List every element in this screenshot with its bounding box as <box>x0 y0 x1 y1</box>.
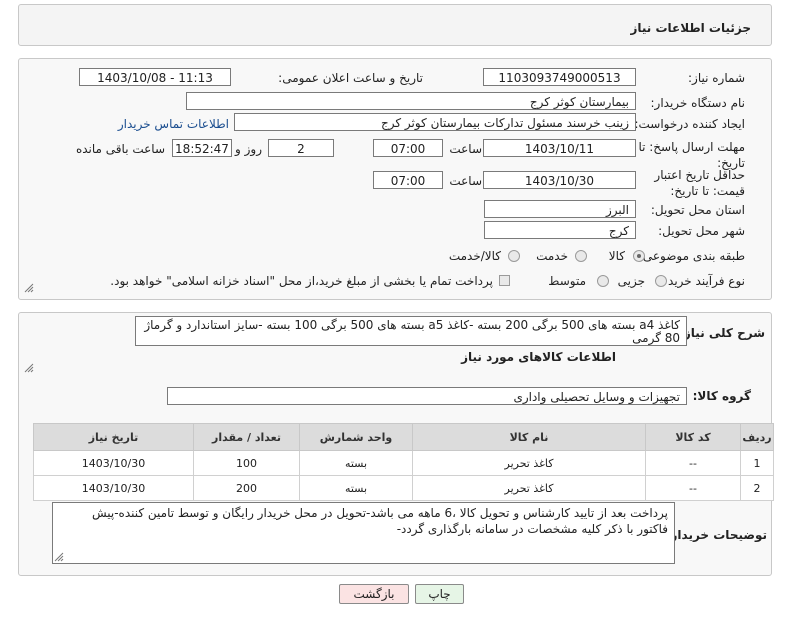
table-row: 1 -- کاغذ تحریر بسته 100 1403/10/30 <box>33 450 774 476</box>
header-panel: جزئیات اطلاعات نیاز <box>18 4 772 46</box>
purchase-radio-minor[interactable] <box>655 275 667 287</box>
creator-field[interactable]: زینب خرسند مسئول تدارکات بیمارستان کوثر … <box>234 113 636 131</box>
city-label: شهر محل تحویل: <box>658 224 745 238</box>
purchase-radio-medium[interactable] <box>597 275 609 287</box>
category-option-goods-service: کالا/خدمت <box>448 249 501 263</box>
validity-date-field[interactable]: 1403/10/30 <box>483 171 636 189</box>
cell-goods-name: کاغذ تحریر <box>412 475 646 501</box>
goods-group-field[interactable]: تجهیزات و وسایل تحصیلی واداری <box>167 387 687 405</box>
col-header-row-number: ردیف <box>740 423 774 451</box>
print-button[interactable]: چاپ <box>415 584 464 604</box>
province-field[interactable]: البرز <box>484 200 636 218</box>
announce-datetime-field[interactable]: 1403/10/08 - 11:13 <box>79 68 231 86</box>
col-header-quantity: تعداد / مقدار <box>193 423 300 451</box>
days-label: روز و <box>235 142 262 156</box>
resize-grip-icon <box>24 363 34 373</box>
col-header-goods-code: کد کالا <box>645 423 741 451</box>
back-button[interactable]: بازگشت <box>339 584 409 604</box>
category-radio-goods-service[interactable] <box>508 250 520 262</box>
remaining-time-field[interactable]: 18:52:47 <box>172 139 232 157</box>
goods-info-title: اطلاعات کالاهای مورد نیاز <box>461 350 616 364</box>
cell-quantity: 200 <box>193 475 300 501</box>
need-number-label: شماره نیاز: <box>688 71 745 85</box>
validity-time-field[interactable]: 07:00 <box>373 171 443 189</box>
price-validity-label: حداقل تاریخ اعتبار قیمت: تا تاریخ: <box>654 168 745 198</box>
resize-grip-icon <box>54 552 64 562</box>
resize-grip-icon <box>24 283 34 293</box>
table-row: 2 -- کاغذ تحریر بسته 200 1403/10/30 <box>33 475 774 501</box>
buyer-notes-textarea[interactable]: پرداخت بعد از تایید کارشناس و تحویل کالا… <box>52 502 675 564</box>
buyer-org-label: نام دستگاه خریدار: <box>650 96 746 110</box>
col-header-need-date: تاریخ نیاز <box>33 423 194 451</box>
col-header-unit: واحد شمارش <box>299 423 413 451</box>
goods-group-label: گروه کالا: <box>692 389 751 403</box>
cell-row-number: 1 <box>740 450 774 476</box>
category-label: طبقه بندی موضوعی: <box>638 249 745 263</box>
creator-label: ایجاد کننده درخواست: <box>634 117 745 131</box>
cell-quantity: 100 <box>193 450 300 476</box>
announce-label: تاریخ و ساعت اعلان عمومی: <box>278 71 423 85</box>
buyer-contact-link[interactable]: اطلاعات تماس خریدار <box>118 117 229 131</box>
reply-date-field[interactable]: 1403/10/11 <box>483 139 636 157</box>
purchase-type-label: نوع فرآیند خرید : <box>660 274 745 288</box>
province-label: استان محل تحویل: <box>650 203 745 217</box>
city-field[interactable]: کرج <box>484 221 636 239</box>
cell-goods-code: -- <box>645 475 741 501</box>
purchase-option-minor: جزیی <box>617 274 645 288</box>
cell-unit: بسته <box>299 475 413 501</box>
validity-time-label: ساعت <box>449 174 482 188</box>
category-option-service: خدمت <box>536 249 568 263</box>
general-desc-label: شرح کلی نیاز: <box>679 326 765 340</box>
general-desc-textarea[interactable]: کاغذ a4 بسته های 500 برگی 200 بسته -کاغذ… <box>135 316 687 346</box>
col-header-goods-name: نام کالا <box>412 423 646 451</box>
remaining-time-label: ساعت باقی مانده <box>75 142 165 156</box>
table-header-row: ردیف کد کالا نام کالا واحد شمارش تعداد /… <box>33 423 774 451</box>
items-table: ردیف کد کالا نام کالا واحد شمارش تعداد /… <box>33 423 774 501</box>
category-radio-goods[interactable] <box>633 250 645 262</box>
page-title: جزئیات اطلاعات نیاز <box>630 21 751 35</box>
purchase-option-medium: متوسط <box>548 274 586 288</box>
buyer-notes-label: توضیحات خریدار: <box>665 528 767 542</box>
cell-row-number: 2 <box>740 475 774 501</box>
treasury-payment-note: پرداخت تمام یا بخشی از مبلغ خرید،از محل … <box>110 274 493 288</box>
treasury-payment-checkbox[interactable] <box>499 275 510 286</box>
need-number-field[interactable]: 1103093749000513 <box>483 68 636 86</box>
cell-need-date: 1403/10/30 <box>33 450 194 476</box>
cell-goods-code: -- <box>645 450 741 476</box>
buyer-org-field[interactable]: بیمارستان کوثر کرج <box>186 92 636 110</box>
days-remaining-field[interactable]: 2 <box>268 139 334 157</box>
reply-time-label: ساعت <box>449 142 482 156</box>
category-radio-service[interactable] <box>575 250 587 262</box>
cell-unit: بسته <box>299 450 413 476</box>
reply-time-field[interactable]: 07:00 <box>373 139 443 157</box>
cell-need-date: 1403/10/30 <box>33 475 194 501</box>
cell-goods-name: کاغذ تحریر <box>412 450 646 476</box>
category-option-goods: کالا <box>608 249 625 263</box>
